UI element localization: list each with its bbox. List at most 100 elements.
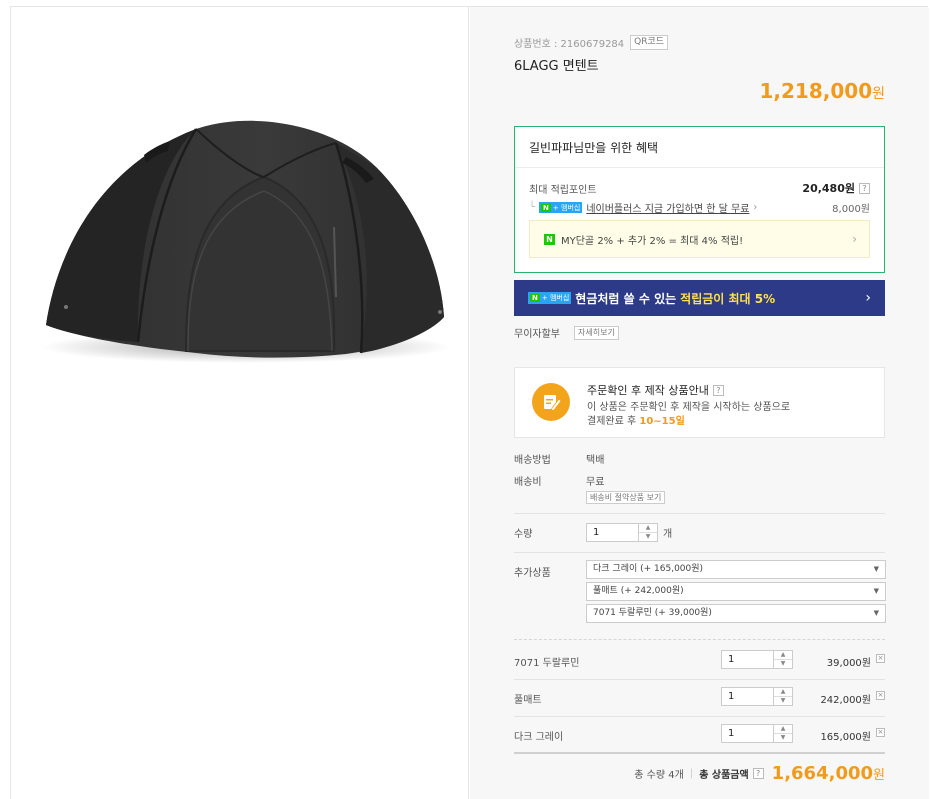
stepper-arrows: ▲ ▼ bbox=[774, 725, 792, 742]
help-icon[interactable]: ? bbox=[859, 182, 870, 194]
addon-label: 추가상품 bbox=[514, 568, 551, 579]
caret-down-icon: ▼ bbox=[873, 565, 879, 573]
remove-item-close-icon[interactable]: × bbox=[876, 691, 885, 700]
stepper-arrows: ▲ ▼ bbox=[774, 651, 792, 668]
stepper-arrows: ▲ ▼ bbox=[774, 688, 792, 705]
period-days: 10~15일 bbox=[639, 416, 685, 427]
made-to-order-period: 결제완료 후 10~15일 bbox=[587, 412, 685, 427]
addon-select-value: 7071 두랄루민 (+ 39,000원) bbox=[593, 608, 712, 618]
selected-item-price: 242,000원 bbox=[820, 695, 871, 706]
quantity-row: 수량 1 ▲ ▼ 개 bbox=[514, 523, 885, 542]
total-summary: 총 수량 4개 | 총 상품금액 ? 1,664,000원 bbox=[514, 763, 885, 784]
membership-label: 멤버십 bbox=[561, 203, 581, 212]
divider bbox=[514, 716, 885, 717]
product-image-tent[interactable] bbox=[36, 107, 456, 387]
total-price-currency: 원 bbox=[873, 768, 885, 783]
installment-label: 무이자할부 bbox=[514, 329, 560, 340]
stepper-up-icon[interactable]: ▲ bbox=[774, 688, 792, 697]
naverplus-membership-badge: N + 멤버십 bbox=[539, 202, 583, 213]
quantity-label: 수량 bbox=[514, 529, 533, 540]
addon-select-pole[interactable]: 7071 두랄루민 (+ 39,000원) ▼ bbox=[586, 604, 886, 623]
tree-branch-icon: └ bbox=[529, 202, 536, 213]
made-to-order-desc: 이 상품은 주문확인 후 제작을 시작하는 상품으로 bbox=[587, 402, 791, 413]
quantity-stepper[interactable]: 1 ▲ ▼ bbox=[586, 523, 658, 542]
stepper-up-icon[interactable]: ▲ bbox=[774, 725, 792, 734]
plus-icon: + bbox=[541, 294, 548, 302]
product-number-row: 상품번호 : 2160679284 QR코드 bbox=[514, 35, 885, 50]
chevron-right-icon: › bbox=[852, 232, 857, 246]
addon-select-value: 다크 그레이 (+ 165,000원) bbox=[593, 564, 704, 574]
qr-code-button[interactable]: QR코드 bbox=[630, 35, 669, 50]
quantity-unit: 개 bbox=[663, 529, 673, 540]
selected-item-row: 다크 그레이 1 ▲ ▼ 165,000원 × bbox=[514, 719, 885, 749]
shipping-fee-value: 무료 bbox=[586, 477, 605, 488]
plus-icon: + bbox=[552, 203, 559, 212]
shipping-save-products-button[interactable]: 배송비 절약상품 보기 bbox=[586, 491, 666, 504]
shipping-save-button-wrap: 배송비 절약상품 보기 bbox=[586, 490, 666, 504]
naver-n-icon: N bbox=[541, 203, 551, 212]
selected-item-quantity-stepper[interactable]: 1 ▲ ▼ bbox=[721, 724, 793, 743]
total-price-label: 총 상품금액 bbox=[699, 770, 749, 781]
selected-item-name: 다크 그레이 bbox=[514, 732, 564, 743]
product-frame: 상품번호 : 2160679284 QR코드 6LAGG 면텐트 1,218,0… bbox=[10, 6, 929, 799]
divider bbox=[514, 639, 885, 640]
stepper-down-icon[interactable]: ▼ bbox=[774, 734, 792, 742]
caret-down-icon: ▼ bbox=[873, 587, 879, 595]
selected-item-quantity-stepper[interactable]: 1 ▲ ▼ bbox=[721, 687, 793, 706]
divider bbox=[514, 513, 885, 514]
total-price: 1,664,000원 bbox=[772, 763, 885, 784]
addon-select-color[interactable]: 다크 그레이 (+ 165,000원) ▼ bbox=[586, 560, 886, 579]
product-title: 6LAGG 면텐트 bbox=[514, 59, 599, 74]
chevron-right-icon: › bbox=[753, 202, 758, 213]
benefit-title: 길빈파파님만을 위한 혜택 bbox=[529, 141, 659, 155]
selected-item-quantity-input[interactable]: 1 bbox=[722, 688, 774, 705]
selected-item-row: 7071 두랄루민 1 ▲ ▼ 39,000원 × bbox=[514, 645, 885, 675]
selected-item-quantity-input[interactable]: 1 bbox=[722, 725, 774, 742]
max-points-label: 최대 적립포인트 bbox=[529, 184, 597, 196]
selected-item-price: 165,000원 bbox=[820, 732, 871, 743]
selected-item-quantity-input[interactable]: 1 bbox=[722, 651, 774, 668]
shipping-fee-row: 배송비 무료 bbox=[514, 473, 885, 488]
product-number: 상품번호 : 2160679284 bbox=[514, 39, 625, 50]
help-icon[interactable]: ? bbox=[712, 384, 724, 396]
help-icon[interactable]: ? bbox=[752, 768, 764, 779]
product-info-panel: 상품번호 : 2160679284 QR코드 6LAGG 면텐트 1,218,0… bbox=[470, 7, 929, 799]
membership-banner[interactable]: N + 멤버십 현금처럼 쓸 수 있는 적립금이 최대 5% › bbox=[514, 280, 885, 316]
shipping-method-row: 배송방법 택배 bbox=[514, 451, 885, 466]
pencil-note-icon bbox=[532, 383, 570, 421]
my-regular-text: MY단골 2% + 추가 2% = 최대 4% 적립! bbox=[561, 235, 744, 247]
stepper-down-icon[interactable]: ▼ bbox=[774, 697, 792, 705]
naver-n-icon: N bbox=[530, 294, 540, 302]
max-points-row: 최대 적립포인트 20,480원 ? bbox=[529, 180, 870, 196]
chevron-right-icon: › bbox=[865, 290, 871, 306]
caret-down-icon: ▼ bbox=[873, 609, 879, 617]
installment-detail-button[interactable]: 자세히보기 bbox=[574, 325, 619, 340]
separator-bar: | bbox=[689, 768, 694, 779]
selected-item-name: 풀매트 bbox=[514, 695, 542, 706]
selected-item-name: 7071 두랄루민 bbox=[514, 658, 580, 669]
addon-select-mat[interactable]: 풀매트 (+ 242,000원) ▼ bbox=[586, 582, 886, 601]
stepper-down-icon[interactable]: ▼ bbox=[774, 660, 792, 668]
naverplus-signup-link[interactable]: 네이버플러스 지금 가입하면 한 달 무료 bbox=[586, 200, 749, 215]
naverplus-points-value: 8,000원 bbox=[832, 204, 870, 215]
max-points-value: 20,480원 bbox=[802, 182, 855, 195]
divider bbox=[514, 552, 885, 553]
period-prefix: 결제완료 후 bbox=[587, 416, 637, 427]
quantity-input[interactable]: 1 bbox=[587, 524, 639, 541]
stepper-up-icon[interactable]: ▲ bbox=[774, 651, 792, 660]
shipping-method-label: 배송방법 bbox=[514, 455, 551, 466]
naverplus-row: └ N + 멤버십 네이버플러스 지금 가입하면 한 달 무료 › 8,000원 bbox=[529, 200, 870, 215]
my-regular-banner[interactable]: N MY단골 2% + 추가 2% = 최대 4% 적립! › bbox=[529, 220, 870, 258]
product-price-currency: 원 bbox=[872, 86, 885, 102]
product-price-value: 1,218,000 bbox=[759, 79, 873, 103]
installment-row: 무이자할부 자세히보기 bbox=[514, 325, 885, 340]
remove-item-close-icon[interactable]: × bbox=[876, 728, 885, 737]
made-to-order-title: 주문확인 후 제작 상품안내 ? bbox=[587, 382, 724, 398]
divider bbox=[514, 752, 885, 754]
remove-item-close-icon[interactable]: × bbox=[876, 654, 885, 663]
stepper-down-icon[interactable]: ▼ bbox=[639, 533, 657, 541]
divider bbox=[514, 679, 885, 680]
member-benefit-box: 길빈파파님만을 위한 혜택 최대 적립포인트 20,480원 ? └ N + 멤버… bbox=[514, 126, 885, 273]
selected-item-quantity-stepper[interactable]: 1 ▲ ▼ bbox=[721, 650, 793, 669]
stepper-up-icon[interactable]: ▲ bbox=[639, 524, 657, 533]
